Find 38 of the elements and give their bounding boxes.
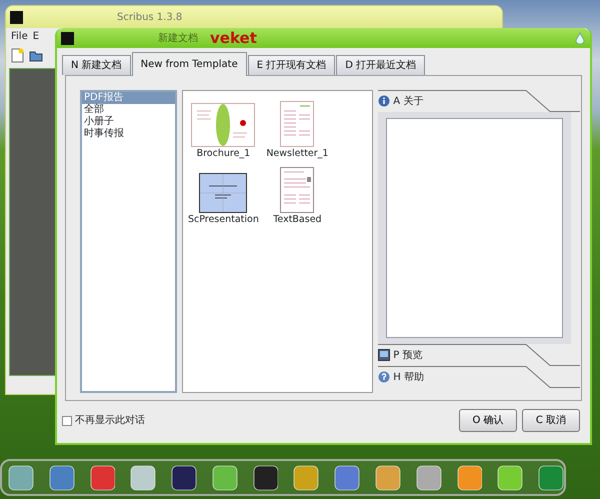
section-header[interactable]: P 预览 [378,344,581,366]
dialog-button[interactable]: O 确认 [459,409,517,432]
list-item[interactable]: 时事传报 [82,128,176,140]
textbased-thumbnail [280,167,314,214]
drop-icon[interactable] [575,32,585,44]
template-name[interactable]: Newsletter_1 [266,147,328,162]
section-header[interactable]: H 帮助 [378,366,581,388]
section-header[interactable]: A 关于 [378,90,581,112]
list-item[interactable]: 小册子 [82,116,176,128]
window-title: Scribus 1.3.8 [117,10,182,24]
section-label: A 关于 [393,94,424,108]
menu-item[interactable]: E [32,28,40,44]
window-menu-icon[interactable] [10,10,23,24]
section-label: H 帮助 [393,370,424,384]
presentation-thumbnail [199,173,248,214]
help-icon [378,371,390,383]
list-item[interactable]: 全部 [82,104,176,116]
checkbox-label: 不再显示此对话 [75,414,145,428]
window-title: 新建文档 [158,32,198,46]
folder-icon[interactable] [29,48,43,62]
new-document-icon[interactable] [11,48,24,62]
section-label: P 预览 [393,348,422,362]
tab[interactable]: N 新建文档 [62,55,131,75]
template-name[interactable]: ScPresentation [188,213,259,228]
info-icon [378,95,390,107]
image-icon [378,349,390,361]
newsletter-thumbnail [280,101,314,147]
tab[interactable]: D 打开最近文档 [336,55,426,75]
menu-item[interactable]: File [11,28,28,44]
brochure-thumbnail [191,103,256,147]
tab[interactable]: New from Template [132,52,247,76]
dialog-button[interactable]: C 取消 [522,409,580,432]
checkbox[interactable] [62,416,72,426]
tab[interactable]: E 打开现有文档 [248,55,336,75]
brand-label: veket [210,28,257,49]
window-menu-icon[interactable] [61,32,74,44]
template-name[interactable]: TextBased [273,213,322,228]
template-name[interactable]: Brochure_1 [196,147,250,162]
